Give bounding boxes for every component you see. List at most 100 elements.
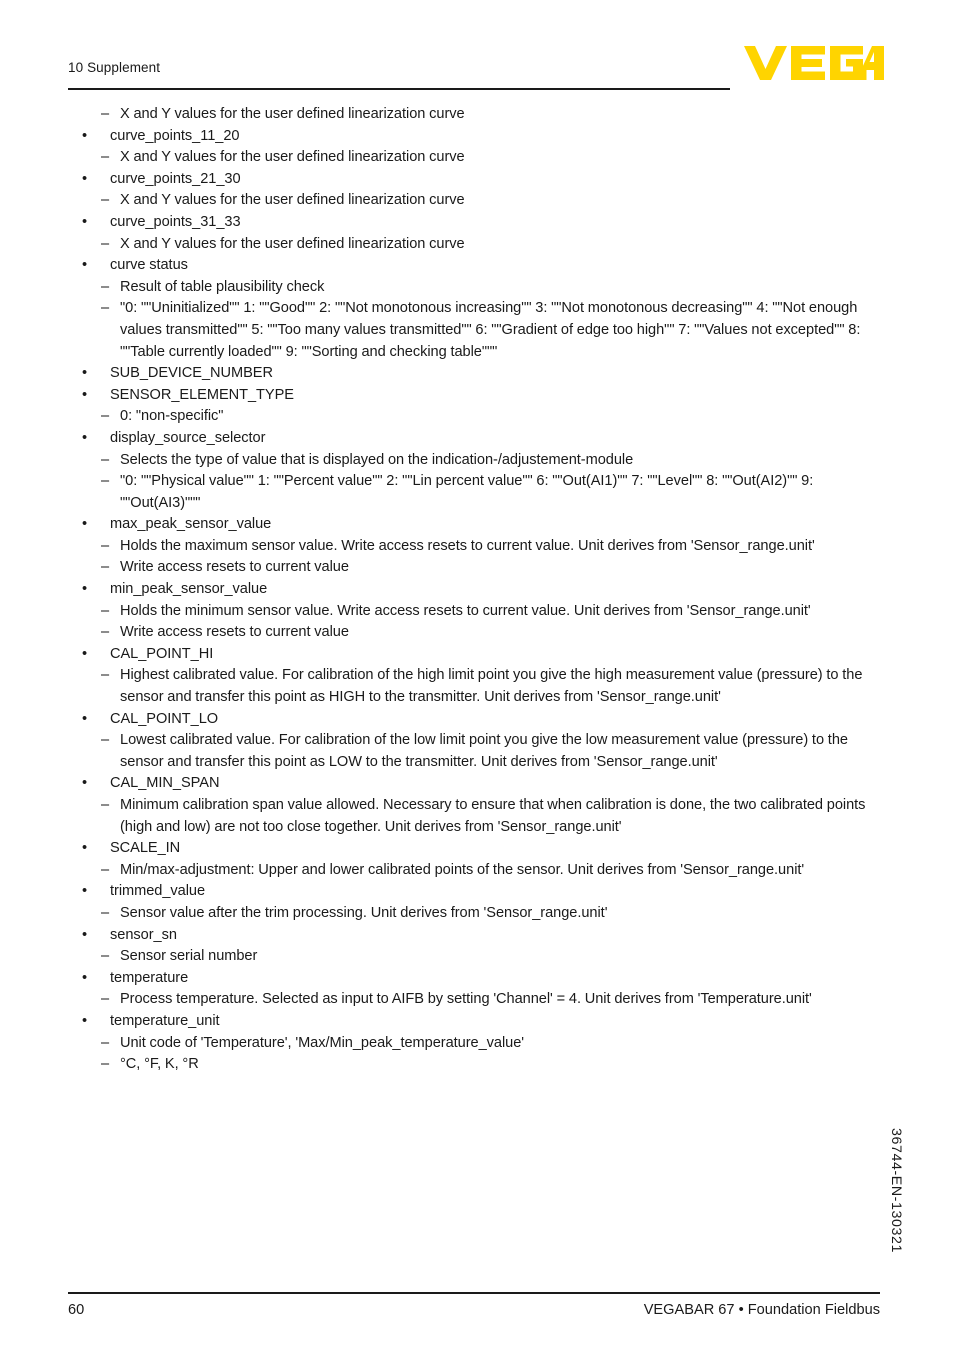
bullet-icon: •	[82, 883, 88, 900]
item-label: X and Y values for the user defined line…	[120, 192, 465, 209]
dash-icon: –	[101, 732, 110, 749]
item-label: curve status	[110, 257, 188, 274]
dash-icon: –	[101, 300, 110, 317]
parameter-item: • SUB_DEVICE_NUMBER	[68, 363, 880, 385]
item-label: Lowest calibrated value. For calibration…	[120, 732, 852, 770]
item-label: SCALE_IN	[110, 840, 181, 857]
dash-icon: –	[101, 278, 110, 295]
item-label: sensor_sn	[110, 926, 177, 943]
parameter-item: • CAL_MIN_SPAN	[68, 773, 880, 795]
bullet-icon: •	[82, 170, 88, 187]
parameter-detail-item: – Write access resets to current value	[68, 557, 880, 579]
parameter-detail-item: – Highest calibrated value. For calibrati…	[68, 665, 880, 708]
dash-icon: –	[101, 473, 110, 490]
item-label: 0: "non-specific"	[120, 408, 224, 425]
dash-icon: –	[101, 235, 110, 252]
parameter-item: • sensor_sn	[68, 925, 880, 947]
parameter-detail-item: – "0: ""Uninitialized"" 1: ""Good"" 2: ""…	[68, 298, 880, 363]
bullet-icon: •	[82, 127, 88, 144]
parameter-list: – X and Y values for the user defined lin…	[68, 104, 880, 1076]
parameter-detail-item: – Minimum calibration span value allowed.…	[68, 795, 880, 838]
item-label: Process temperature. Selected as input t…	[120, 991, 812, 1008]
parameter-detail-item: – Holds the minimum sensor value. Write a…	[68, 601, 880, 623]
dash-icon: –	[101, 948, 110, 965]
item-label: Minimum calibration span value allowed. …	[120, 797, 870, 835]
item-label: Selects the type of value that is displa…	[120, 451, 634, 468]
dash-icon: –	[101, 408, 110, 425]
item-label: Holds the maximum sensor value. Write ac…	[120, 537, 815, 554]
page-header: 10 Supplement	[68, 60, 730, 94]
parameter-detail-item: – Sensor value after the trim processing.…	[68, 903, 880, 925]
dash-icon: –	[101, 106, 110, 122]
bullet-icon: •	[82, 257, 88, 274]
bullet-icon: •	[82, 516, 88, 533]
dash-icon: –	[101, 537, 110, 554]
bullet-icon: •	[82, 840, 88, 857]
parameter-item: • min_peak_sensor_value	[68, 579, 880, 601]
item-label: Sensor value after the trim processing. …	[120, 904, 608, 921]
document-id-vertical: 36744-EN-130321	[888, 1128, 904, 1253]
parameter-item: • display_source_selector	[68, 428, 880, 450]
parameter-detail-item: – Write access resets to current value	[68, 622, 880, 644]
item-label: trimmed_value	[110, 883, 206, 900]
bullet-icon: •	[82, 581, 88, 598]
chapter-title: 10 Supplement	[68, 60, 161, 75]
item-label: CAL_POINT_LO	[110, 710, 219, 727]
dash-icon: –	[101, 451, 110, 468]
dash-icon: –	[101, 904, 110, 921]
parameter-detail-item: – Holds the maximum sensor value. Write a…	[68, 536, 880, 558]
page-number: 60	[68, 1301, 85, 1318]
bullet-icon: •	[82, 213, 88, 230]
dash-icon: –	[101, 667, 110, 684]
parameter-detail-item: – Result of table plausibility check	[68, 277, 880, 299]
parameter-item: • max_peak_sensor_value	[68, 514, 880, 536]
item-label: X and Y values for the user defined line…	[120, 235, 465, 252]
item-label: min_peak_sensor_value	[110, 581, 268, 598]
bullet-icon: •	[82, 1012, 88, 1029]
dash-icon: –	[101, 624, 110, 641]
parameter-detail-item: – X and Y values for the user defined lin…	[68, 104, 880, 126]
parameter-detail-item: – X and Y values for the user defined lin…	[68, 147, 880, 169]
item-label: SENSOR_ELEMENT_TYPE	[110, 386, 294, 403]
dash-icon: –	[101, 602, 110, 619]
parameter-detail-item: – Lowest calibrated value. For calibratio…	[68, 730, 880, 773]
parameter-item: • SENSOR_ELEMENT_TYPE	[68, 385, 880, 407]
bullet-icon: •	[82, 429, 88, 446]
bullet-icon: •	[82, 645, 88, 662]
parameter-item: • temperature_unit	[68, 1011, 880, 1033]
parameter-detail-item: – Unit code of 'Temperature', 'Max/Min_pe…	[68, 1033, 880, 1055]
vega-logo	[744, 46, 884, 80]
bullet-icon: •	[82, 710, 88, 727]
item-label: display_source_selector	[110, 429, 266, 446]
document-page: 10 Supplement – X and Y values for the us…	[0, 0, 954, 1354]
item-label: X and Y values for the user defined line…	[120, 149, 465, 166]
item-label: CAL_POINT_HI	[110, 645, 214, 662]
item-label: curve_points_21_30	[110, 170, 241, 187]
item-label: Unit code of 'Temperature', 'Max/Min_pea…	[120, 1034, 525, 1051]
item-label: Result of table plausibility check	[120, 278, 325, 295]
item-label: max_peak_sensor_value	[110, 516, 272, 533]
parameter-detail-item: – °C, °F, K, °R	[68, 1054, 880, 1076]
item-label: Highest calibrated value. For calibratio…	[120, 667, 867, 706]
bullet-icon: •	[82, 386, 88, 403]
item-label: °C, °F, K, °R	[120, 1056, 199, 1073]
parameter-item: • curve_points_31_33	[68, 212, 880, 234]
item-label: temperature_unit	[110, 1012, 220, 1029]
parameter-detail-item: – Min/max-adjustment: Upper and lower cal…	[68, 860, 880, 882]
dash-icon: –	[101, 1056, 110, 1073]
dash-icon: –	[101, 192, 110, 209]
dash-icon: –	[101, 149, 110, 166]
dash-icon: –	[101, 1034, 110, 1051]
parameter-detail-item: – "0: ""Physical value"" 1: ""Percent val…	[68, 471, 880, 514]
item-label: curve_points_11_20	[110, 127, 240, 144]
parameter-item: • temperature	[68, 968, 880, 990]
item-label: "0: ""Uninitialized"" 1: ""Good"" 2: ""N…	[120, 300, 865, 360]
dash-icon: –	[101, 861, 110, 878]
page-footer: 60 VEGABAR 67 • Foundation Fieldbus	[68, 1292, 880, 1319]
parameter-item: • curve_points_11_20	[68, 126, 880, 148]
item-label: Write access resets to current value	[120, 624, 349, 641]
bullet-icon: •	[82, 775, 88, 792]
item-label: Min/max-adjustment: Upper and lower cali…	[120, 861, 805, 878]
parameter-item: • CAL_POINT_HI	[68, 644, 880, 666]
item-label: temperature	[110, 969, 189, 986]
